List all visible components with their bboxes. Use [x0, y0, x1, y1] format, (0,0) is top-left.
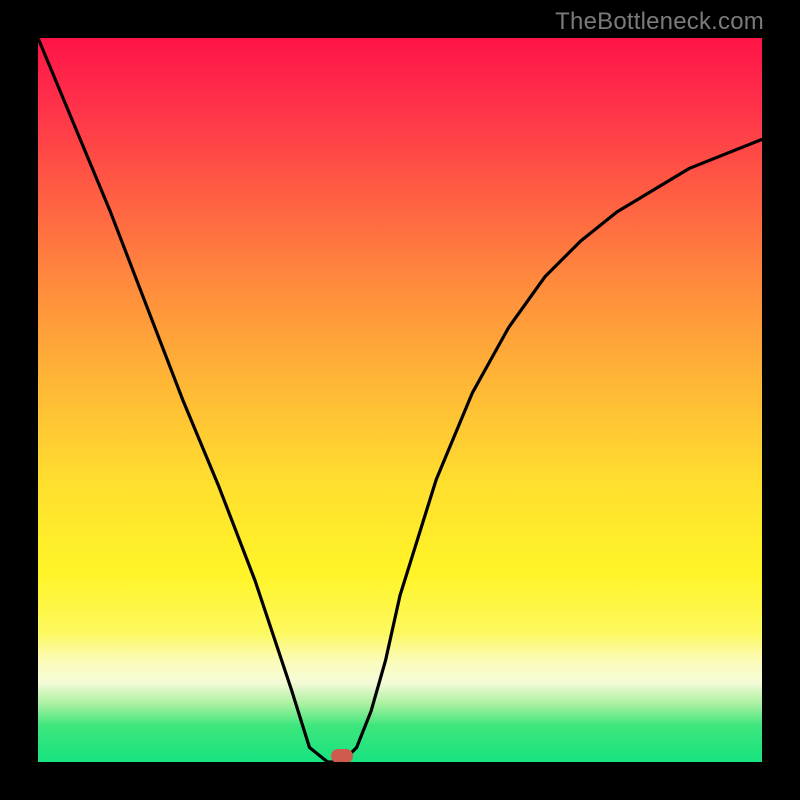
plot-area — [38, 38, 762, 762]
curve-layer — [38, 38, 762, 762]
bottleneck-curve — [38, 38, 762, 762]
optimum-marker — [331, 749, 353, 762]
chart-frame: TheBottleneck.com — [0, 0, 800, 800]
attribution-text: TheBottleneck.com — [555, 8, 764, 36]
